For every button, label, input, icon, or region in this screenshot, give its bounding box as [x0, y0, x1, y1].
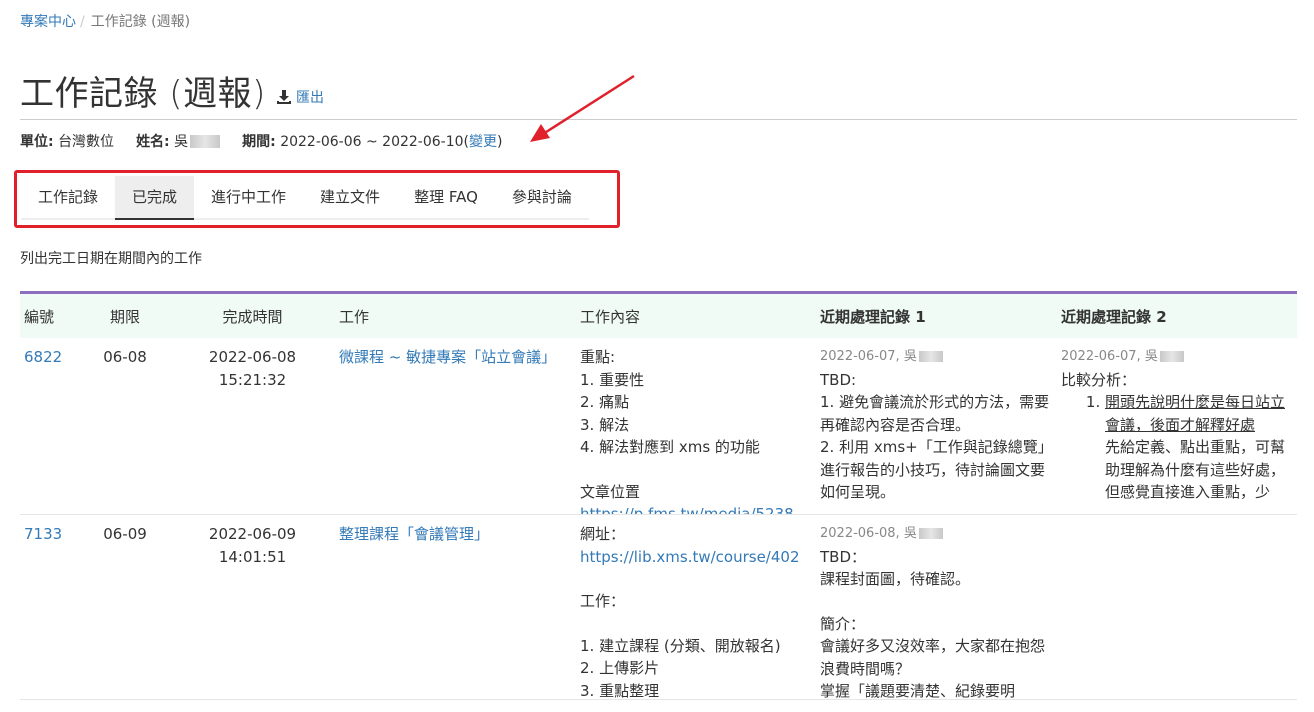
header-due[interactable]: 期限	[80, 291, 170, 338]
table-row: 7133 06-09 2022-06-09 14:01:51 整理課程「會議管理…	[20, 514, 1297, 700]
row-log-1: 2022-06-08, 吳 TBD： 課程封面圖，待確認。 簡介： 會議好多又沒…	[820, 515, 1053, 699]
download-icon	[277, 90, 291, 104]
breadcrumb-home-link[interactable]: 專案中心	[20, 14, 76, 30]
breadcrumb: 專案中心 / 工作記錄 (週報)	[20, 11, 190, 31]
log-text: 先給定義、點出重點，可幫助理解為什麼有這些好處，	[1105, 438, 1286, 479]
table-header-row: 編號 期限 完成時間 工作 工作內容 近期處理記錄 1 近期處理記錄 2	[20, 291, 1297, 338]
log-line: 2. 利用 xms+「工作與記錄總覽」進行報告的小技巧，待討論圖文要如何呈現。	[820, 438, 1053, 501]
name-label: 姓名:	[136, 134, 170, 150]
header-log-2[interactable]: 近期處理記錄 2	[1057, 291, 1297, 338]
tab-discussion[interactable]: 參與討論	[494, 176, 589, 220]
row-work-link[interactable]: 微課程 ~ 敏捷專案「站立會議」	[339, 348, 556, 366]
unit-value: 台灣數位	[58, 134, 115, 150]
header-content[interactable]: 工作內容	[576, 291, 816, 338]
row-log-2-empty	[1061, 515, 1293, 699]
content-course-link[interactable]: https://lib.xms.tw/course/402	[580, 548, 800, 566]
log-meta: 2022-06-07, 吳	[820, 349, 917, 364]
row-due: 06-08	[103, 348, 147, 366]
content-line: 文章位置	[580, 482, 641, 501]
tab-work-log[interactable]: 工作記錄	[21, 176, 116, 220]
log-heading: 比較分析：	[1061, 370, 1137, 389]
tab-create-document[interactable]: 建立文件	[303, 176, 398, 220]
redacted-name	[1159, 351, 1184, 362]
breadcrumb-separator: /	[80, 14, 85, 30]
row-log-2: 2022-06-07, 吳 比較分析： 開頭先說明什麼是每日站立會議，後面才解釋…	[1061, 338, 1293, 514]
redacted-name	[190, 135, 221, 148]
tab-description: 列出完工日期在期間內的工作	[20, 251, 202, 267]
export-button[interactable]: 匯出	[277, 87, 324, 107]
log-text: 但感覺直接進入重點，少	[1105, 483, 1271, 501]
row-done-time: 2022-06-08 15:21:32	[208, 348, 297, 389]
name-value: 吳	[174, 134, 189, 150]
content-line: 網址：	[580, 525, 626, 543]
content-line: 2. 上傳影片	[580, 659, 660, 677]
content-line: 2. 痛點	[580, 393, 630, 411]
log-line: 會議好多又沒效率，大家都在抱怨浪費時間嗎？	[820, 637, 1046, 678]
row-content: 重點: 1. 重要性 2. 痛點 3. 解法 4. 解法對應到 xms 的功能 …	[580, 338, 812, 514]
row-log-1: 2022-06-07, 吳 TBD: 1. 避免會議流於形式的方法，需要再確認內…	[820, 338, 1053, 514]
unit-label: 單位:	[20, 134, 54, 150]
content-line: 1. 建立課程 (分類、開放報名)	[580, 636, 781, 655]
tab-in-progress[interactable]: 進行中工作	[194, 176, 304, 220]
completed-work-table: 編號 期限 完成時間 工作 工作內容 近期處理記錄 1 近期處理記錄 2 682…	[20, 291, 1297, 700]
row-due: 06-09	[103, 525, 147, 543]
period-label: 期間:	[242, 134, 276, 150]
log-meta: 2022-06-07, 吳	[1061, 349, 1158, 364]
header-work[interactable]: 工作	[335, 291, 576, 338]
log-line: TBD:	[820, 370, 857, 389]
row-id-link[interactable]: 6822	[24, 348, 62, 366]
row-content: 網址： https://lib.xms.tw/course/402 工作： 1.…	[580, 515, 812, 699]
content-article-link[interactable]: https://p.fms.tw/media/5238	[580, 505, 794, 514]
row-id-link[interactable]: 7133	[24, 525, 62, 543]
period-value: 2022-06-06 ~ 2022-06-10	[280, 134, 464, 150]
content-line: 1. 重要性	[580, 370, 645, 389]
table-row: 6822 06-08 2022-06-08 15:21:32 微課程 ~ 敏捷專…	[20, 338, 1297, 515]
page-title: 工作記錄 (週報)	[20, 74, 266, 114]
header-done-time[interactable]: 完成時間	[170, 291, 335, 338]
content-line: 3. 解法	[580, 415, 630, 434]
log-line: 課程封面圖，待確認。	[820, 570, 971, 588]
redacted-name	[918, 351, 943, 362]
content-line: 工作：	[580, 592, 626, 610]
log-underlined-text: 開頭先說明什麼是每日站立會議，後面才解釋好處	[1105, 393, 1286, 434]
tab-completed[interactable]: 已完成	[115, 176, 195, 220]
row-done-time: 2022-06-09 14:01:51	[208, 525, 297, 566]
change-period-link[interactable]: 變更	[469, 134, 497, 150]
content-line: 重點:	[580, 348, 616, 366]
report-meta: 單位: 台灣數位 姓名: 吳 期間: 2022-06-06 ~ 2022-06-…	[20, 131, 524, 151]
tab-organize-faq[interactable]: 整理 FAQ	[397, 176, 495, 220]
title-divider	[20, 119, 1297, 120]
breadcrumb-current: 工作記錄 (週報)	[90, 14, 191, 30]
row-work-link[interactable]: 整理課程「會議管理」	[339, 525, 489, 543]
redacted-name	[918, 528, 943, 539]
log-line: TBD：	[820, 547, 867, 566]
header-id[interactable]: 編號	[20, 291, 80, 338]
change-close-paren: )	[497, 134, 503, 150]
content-line: 4. 解法對應到 xms 的功能	[580, 438, 760, 456]
tab-bar: 工作記錄 已完成 進行中工作 建立文件 整理 FAQ 參與討論	[21, 176, 589, 220]
log-line: 簡介：	[820, 614, 866, 633]
content-line: 3. 重點整理	[580, 681, 660, 700]
export-label: 匯出	[296, 90, 324, 106]
log-spacer	[820, 591, 1053, 613]
log-line: 掌握「議題要清楚、紀錄要明	[820, 682, 1016, 699]
log-list-item: 開頭先說明什麼是每日站立會議，後面才解釋好處先給定義、點出重點，可幫助理解為什麼…	[1105, 391, 1293, 504]
log-line: 1. 避免會議流於形式的方法，需要再確認內容是否合理。	[820, 393, 1050, 434]
header-log-1[interactable]: 近期處理記錄 1	[816, 291, 1057, 338]
log-list: 開頭先說明什麼是每日站立會議，後面才解釋好處先給定義、點出重點，可幫助理解為什麼…	[1061, 391, 1293, 504]
log-meta: 2022-06-08, 吳	[820, 526, 917, 541]
